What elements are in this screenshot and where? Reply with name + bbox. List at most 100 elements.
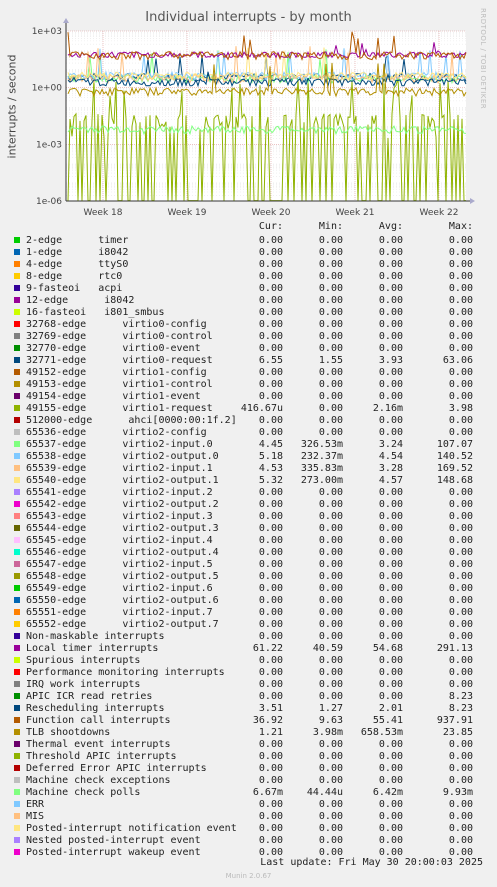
legend-swatch xyxy=(14,849,20,855)
legend-value-min: 0.00 xyxy=(318,379,343,390)
y-axis-arrow xyxy=(63,18,69,23)
legend-swatch xyxy=(14,801,20,807)
legend-value-avg: 0.00 xyxy=(378,751,403,762)
legend-swatch xyxy=(14,525,20,531)
legend-value-max: 9.93m xyxy=(442,787,473,798)
legend-value-avg: 0.00 xyxy=(378,631,403,642)
legend-swatch xyxy=(14,465,20,471)
x-tick-label: Week 21 xyxy=(336,208,375,218)
legend-value-avg: 2.16m xyxy=(372,403,403,414)
legend-value-max: 0.00 xyxy=(448,499,473,510)
munin-graph: Individual interrupts - by month interru… xyxy=(0,0,497,887)
munin-version: Munin 2.0.67 xyxy=(225,872,272,880)
legend-series-name: 65542-edge virtio2-output.2 xyxy=(26,499,219,510)
legend-value-max: 3.98 xyxy=(448,403,473,414)
legend-swatch xyxy=(14,261,20,267)
legend-value-min: 0.00 xyxy=(318,571,343,582)
legend-value-min: 0.00 xyxy=(318,343,343,354)
legend-value-avg: 0.00 xyxy=(378,811,403,822)
legend-value-max: 169.52 xyxy=(436,463,473,474)
legend-value-max: 0.00 xyxy=(448,535,473,546)
legend-value-avg: 0.00 xyxy=(378,499,403,510)
legend-value-cur: 0.00 xyxy=(258,619,283,630)
legend-value-max: 0.00 xyxy=(448,667,473,678)
legend-value-max: 0.00 xyxy=(448,367,473,378)
col-header-avg: Avg: xyxy=(378,221,403,232)
legend-value-min: 0.00 xyxy=(318,751,343,762)
legend-series-name: 65550-edge virtio2-output.6 xyxy=(26,595,219,606)
legend-series-name: Rescheduling interrupts xyxy=(26,703,165,714)
legend-value-avg: 0.00 xyxy=(378,595,403,606)
legend-series-name: Thermal event interrupts xyxy=(26,739,171,750)
legend-value-min: 0.00 xyxy=(318,679,343,690)
legend-swatch xyxy=(14,693,20,699)
legend-value-max: 0.00 xyxy=(448,595,473,606)
legend-value-max: 0.00 xyxy=(448,751,473,762)
legend-row: 65549-edge virtio2-input.6 0.00 0.00 0.00 0.… xyxy=(0,583,497,595)
legend-value-min: 273.00m xyxy=(300,475,343,486)
legend-row: 65539-edge virtio2-input.1 4.53 335.83m 3.2… xyxy=(0,463,497,475)
legend-value-min: 0.00 xyxy=(318,235,343,246)
legend-swatch xyxy=(14,501,20,507)
legend-value-min: 0.00 xyxy=(318,487,343,498)
legend-value-max: 0.00 xyxy=(448,379,473,390)
legend-swatch xyxy=(14,441,20,447)
legend-series-name: 65544-edge virtio2-output.3 xyxy=(26,523,219,534)
legend-row: 4-edge ttyS0 0.00 0.00 0.00 0.00 xyxy=(0,259,497,271)
legend-value-avg: 658.53m xyxy=(360,727,403,738)
legend-value-min: 0.00 xyxy=(318,595,343,606)
legend-value-cur: 0.00 xyxy=(258,571,283,582)
legend-value-cur: 0.00 xyxy=(258,391,283,402)
legend-value-min: 0.00 xyxy=(318,811,343,822)
legend-value-avg: 3.93 xyxy=(378,355,403,366)
legend-value-avg: 0.00 xyxy=(378,619,403,630)
legend-swatch xyxy=(14,369,20,375)
legend-series-name: 65548-edge virtio2-output.5 xyxy=(26,571,219,582)
legend-value-cur: 416.67u xyxy=(240,403,283,414)
legend-value-cur: 6.55 xyxy=(258,355,283,366)
legend-swatch xyxy=(14,405,20,411)
legend-value-avg: 0.00 xyxy=(378,319,403,330)
plot-area: 1e+03 1e+00 1e-03 1e-06 Week 18 Week 19 Week 2… xyxy=(32,18,475,218)
legend-row: 49153-edge virtio1-control 0.00 0.00 0.00 0.… xyxy=(0,379,497,391)
legend-value-cur: 36.92 xyxy=(252,715,283,726)
legend-swatch xyxy=(14,837,20,843)
legend-value-cur: 0.00 xyxy=(258,739,283,750)
legend-series-name: 32770-edge virtio0-event xyxy=(26,343,201,354)
legend-value-avg: 0.00 xyxy=(378,415,403,426)
legend-value-avg: 0.00 xyxy=(378,247,403,258)
legend-value-max: 8.23 xyxy=(448,691,473,702)
legend-value-max: 0.00 xyxy=(448,763,473,774)
legend-series-name: 65536-edge virtio2-config xyxy=(26,427,207,438)
legend-swatch xyxy=(14,477,20,483)
legend-row: Machine check exceptions 0.00 0.00 0.00 0.00 xyxy=(0,775,497,787)
legend-value-avg: 3.28 xyxy=(378,463,403,474)
x-tick-label: Week 18 xyxy=(84,208,123,218)
legend-value-avg: 0.00 xyxy=(378,259,403,270)
legend-swatch xyxy=(14,681,20,687)
y-tick-label: 1e-06 xyxy=(36,197,62,207)
legend-value-min: 0.00 xyxy=(318,247,343,258)
legend-value-min: 0.00 xyxy=(318,655,343,666)
legend-value-min: 0.00 xyxy=(318,691,343,702)
legend-value-avg: 0.00 xyxy=(378,571,403,582)
legend-value-max: 0.00 xyxy=(448,271,473,282)
legend-value-avg: 0.00 xyxy=(378,283,403,294)
legend-value-cur: 3.51 xyxy=(258,703,283,714)
legend-row: 65552-edge virtio2-output.7 0.00 0.00 0.00 0… xyxy=(0,619,497,631)
legend-value-min: 232.37m xyxy=(300,451,343,462)
y-tick-label: 1e+03 xyxy=(32,27,62,37)
legend-value-min: 0.00 xyxy=(318,319,343,330)
legend-value-min: 0.00 xyxy=(318,631,343,642)
legend-row: 49155-edge virtio1-request 416.67u 0.00 2.1… xyxy=(0,403,497,415)
legend-row: Rescheduling interrupts 3.51 1.27 2.01 8.23 xyxy=(0,703,497,715)
legend-value-min: 0.00 xyxy=(318,403,343,414)
legend-value-cur: 0.00 xyxy=(258,799,283,810)
legend-value-avg: 0.00 xyxy=(378,523,403,534)
legend-value-max: 0.00 xyxy=(448,259,473,270)
legend-row: APIC ICR read retries 0.00 0.00 0.00 8.23 xyxy=(0,691,497,703)
legend-value-cur: 0.00 xyxy=(258,307,283,318)
legend-value-max: 0.00 xyxy=(448,655,473,666)
legend-value-avg: 0.00 xyxy=(378,667,403,678)
legend-swatch xyxy=(14,429,20,435)
